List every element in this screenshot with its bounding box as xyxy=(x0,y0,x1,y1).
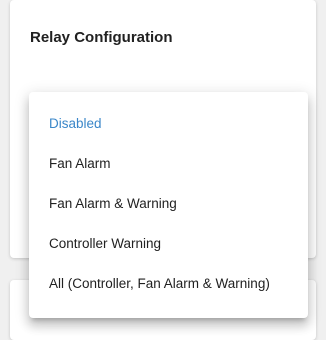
menu-item-controller-warning[interactable]: Controller Warning xyxy=(29,224,308,264)
relay-options-menu: Disabled Fan Alarm Fan Alarm & Warning C… xyxy=(29,92,308,318)
menu-item-fan-alarm[interactable]: Fan Alarm xyxy=(29,144,308,184)
menu-item-all[interactable]: All (Controller, Fan Alarm & Warning) xyxy=(29,264,308,304)
menu-item-disabled[interactable]: Disabled xyxy=(29,104,308,144)
menu-item-fan-alarm-warning[interactable]: Fan Alarm & Warning xyxy=(29,184,308,224)
card-title: Relay Configuration xyxy=(30,29,173,46)
